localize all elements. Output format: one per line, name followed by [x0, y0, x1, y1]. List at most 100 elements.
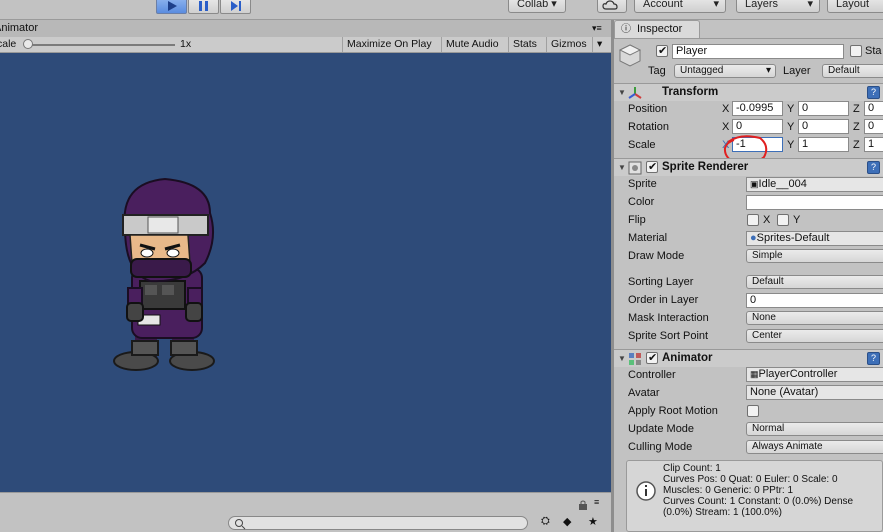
game-panel-tab-bar: Animator ▾≡ [0, 20, 611, 37]
scale-slider-track[interactable] [25, 44, 175, 46]
transform-axes-icon [628, 87, 642, 99]
info-icon: ⓘ [621, 24, 631, 35]
controller-field[interactable]: ▦PlayerController [746, 367, 883, 382]
transform-title: Transform [662, 86, 719, 98]
pause-button[interactable] [188, 0, 219, 14]
scale-label: cale [0, 38, 17, 50]
position-label: Position [628, 103, 668, 115]
update-mode-label: Update Mode [628, 423, 695, 435]
apply-root-motion-label: Apply Root Motion [628, 405, 718, 417]
mute-audio-toggle[interactable]: Mute Audio [441, 37, 503, 52]
scale-value: 1x [180, 38, 192, 50]
mask-interaction-dropdown[interactable]: None [746, 311, 883, 325]
layer-dropdown[interactable]: Default [822, 64, 883, 78]
layout-label: Layout [836, 0, 870, 10]
stats-toggle[interactable]: Stats [508, 37, 541, 52]
sorting-layer-dropdown[interactable]: Default [746, 275, 883, 289]
material-field[interactable]: ●Sprites-Default [746, 231, 883, 246]
filter-type-icon[interactable]: ⛭ [541, 515, 550, 528]
collab-label: Collab [517, 0, 549, 10]
lock-icon[interactable] [578, 500, 588, 510]
gizmos-dropdown-arrow[interactable]: ▾ [592, 37, 606, 52]
gameobject-cube-icon [618, 44, 642, 67]
sprite-renderer-icon [628, 161, 642, 175]
gizmos-toggle[interactable]: Gizmos [546, 37, 591, 52]
scale-z-label[interactable]: Z [853, 139, 860, 151]
cloud-button[interactable] [597, 0, 627, 13]
order-in-layer-field[interactable]: 0 [746, 293, 883, 308]
rotation-z-field[interactable]: 0 [864, 119, 883, 134]
sprite-renderer-title: Sprite Renderer [662, 161, 749, 173]
rotation-z-label[interactable]: Z [853, 121, 860, 133]
sprite-sort-point-label: Sprite Sort Point [628, 330, 709, 342]
step-button[interactable] [220, 0, 251, 14]
animator-enabled-checkbox[interactable] [646, 351, 658, 364]
foldout-arrow-icon[interactable]: ▼ [618, 163, 626, 172]
account-dropdown[interactable]: Account ▾ [634, 0, 726, 13]
color-label: Color [628, 196, 655, 208]
transform-header[interactable]: ▼ Transform ? [614, 83, 883, 101]
position-y-label[interactable]: Y [787, 103, 794, 115]
scale-slider-handle[interactable] [23, 39, 33, 49]
update-mode-dropdown[interactable]: Normal [746, 422, 883, 436]
game-toolbar: cale 1x Maximize On Play Mute Audio Stat… [0, 37, 611, 53]
play-icon [168, 1, 177, 11]
help-book-icon[interactable]: ? [867, 352, 880, 365]
material-label: Material [628, 232, 668, 244]
position-x-label[interactable]: X [722, 103, 729, 115]
collab-button[interactable]: Collab ▾ [508, 0, 566, 13]
scale-z-field[interactable]: 1 [864, 137, 883, 152]
game-bottom-bar: ≡ ⛭ ◆ ★ [0, 492, 611, 532]
layout-dropdown[interactable]: Layout [827, 0, 883, 13]
layers-label: Layers [745, 0, 779, 10]
favorite-star-icon[interactable]: ★ [588, 515, 598, 528]
rotation-y-field[interactable]: 0 [798, 119, 849, 134]
help-book-icon[interactable]: ? [867, 161, 880, 174]
scale-label: Scale [628, 139, 656, 151]
rotation-y-label[interactable]: Y [787, 121, 794, 133]
apply-root-motion-checkbox[interactable] [747, 405, 759, 417]
tag-label: Tag [648, 65, 666, 77]
sprite-renderer-enabled-checkbox[interactable] [646, 160, 658, 173]
animator-icon [629, 353, 641, 365]
top-toolbar: Collab ▾ Account ▾ Layers ▾ Layout [0, 0, 883, 20]
position-z-field[interactable]: 0 [864, 101, 883, 116]
help-book-icon[interactable]: ? [867, 86, 880, 99]
position-y-field[interactable]: 0 [798, 101, 849, 116]
rotation-label: Rotation [628, 121, 669, 133]
sprite-renderer-header[interactable]: ▼ Sprite Renderer ? [614, 158, 883, 176]
sprite-label: Sprite [628, 178, 657, 190]
scale-y-label[interactable]: Y [787, 139, 794, 151]
search-input[interactable] [228, 516, 528, 530]
panel-menu-icon-bottom[interactable]: ≡ [594, 497, 599, 507]
scale-y-field[interactable]: 1 [798, 137, 849, 152]
label-tag-icon[interactable]: ◆ [563, 515, 571, 528]
position-x-field[interactable]: -0.0995 [732, 101, 783, 116]
maximize-on-play-toggle[interactable]: Maximize On Play [342, 37, 436, 52]
inspector-tab[interactable]: ⓘ Inspector [614, 20, 700, 38]
draw-mode-dropdown[interactable]: Simple [746, 249, 883, 263]
foldout-arrow-icon[interactable]: ▼ [618, 354, 626, 363]
gameobject-active-checkbox[interactable] [656, 44, 668, 57]
game-view[interactable] [0, 53, 611, 492]
pause-icon [199, 1, 208, 11]
play-button[interactable] [156, 0, 187, 14]
mask-interaction-label: Mask Interaction [628, 312, 709, 324]
position-z-label[interactable]: Z [853, 103, 860, 115]
panel-menu-icon[interactable]: ▾≡ [592, 20, 602, 37]
flip-y-checkbox[interactable] [777, 214, 789, 226]
layers-dropdown[interactable]: Layers ▾ [736, 0, 820, 13]
culling-mode-dropdown[interactable]: Always Animate [746, 440, 883, 454]
flip-x-checkbox[interactable] [747, 214, 759, 226]
avatar-field[interactable]: None (Avatar) [746, 385, 883, 400]
flip-x-label: X [763, 214, 771, 226]
tag-dropdown[interactable]: Untagged ▾ [674, 64, 776, 78]
color-swatch[interactable] [746, 195, 883, 210]
static-checkbox[interactable] [850, 45, 862, 57]
sprite-sort-point-dropdown[interactable]: Center [746, 329, 883, 343]
gameobject-name-field[interactable]: Player [672, 44, 844, 59]
foldout-arrow-icon[interactable]: ▼ [618, 88, 626, 97]
animator-header[interactable]: ▼ Animator ? [614, 349, 883, 367]
animator-tab[interactable]: Animator [0, 20, 38, 37]
sprite-field[interactable]: ▣Idle__004 [746, 177, 883, 192]
